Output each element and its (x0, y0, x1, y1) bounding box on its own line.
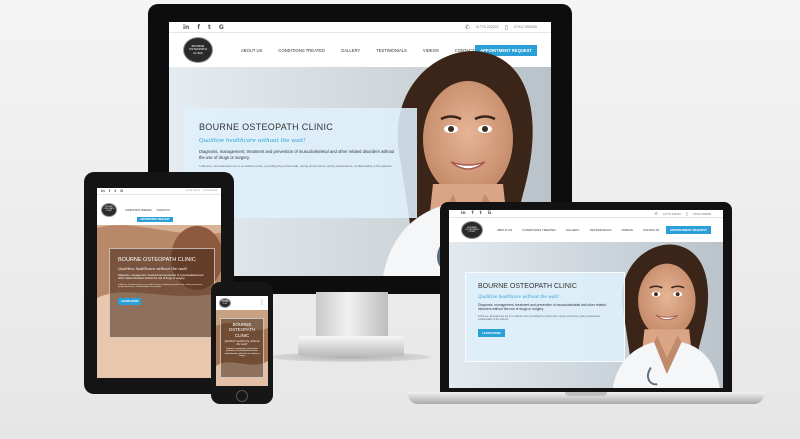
linkedin-icon[interactable]: in (101, 189, 105, 193)
appointment-request-button[interactable]: APPOINTMENT REQUEST (137, 217, 173, 222)
nav-links: ABOUT US CONDITIONS TREATED GALLERY TEST… (497, 228, 659, 232)
phone-number-2[interactable]: 07912 555255 (693, 212, 711, 216)
mobile-icon: ▯ (685, 211, 689, 216)
phone-number-2[interactable]: 07912 555255 (203, 190, 217, 192)
facebook-icon[interactable]: f (109, 189, 111, 193)
phone-number-2[interactable]: 07912 555255 (514, 25, 537, 29)
learn-more-button[interactable]: LEARN MORE (118, 297, 142, 305)
hero-tagline: Qualitive healthcare without the wait! (199, 138, 306, 144)
clinic-logo[interactable]: BOURNE OSTEOPATH CLINIC (461, 221, 483, 239)
logo-text: CLINIC (106, 209, 112, 212)
top-bar: in f t G 01776 222222 07912 555255 (97, 188, 221, 195)
hero-small-text: In Bourne, all treatments are in a medic… (118, 283, 203, 289)
menu-icon[interactable]: ⋮ (259, 300, 265, 306)
phone-number-1[interactable]: 01776 222222 (186, 190, 200, 192)
social-links: in f t G (183, 24, 224, 31)
main-nav: BOURNE OSTEOPATH CLINIC CONDITIONS TREAT… (97, 195, 221, 225)
learn-more-button[interactable]: LEARN MORE (478, 329, 505, 338)
social-links: in f t G (101, 189, 123, 193)
linkedin-icon[interactable]: in (183, 24, 189, 31)
hero-small-text: In Bourne, all treatments are in a medic… (199, 164, 393, 169)
hero-title: BOURNE OSTEOPATH CLINIC (118, 257, 196, 263)
hero-title: BOURNE OSTEOPATH CLINIC (199, 122, 334, 132)
nav-about-us[interactable]: ABOUT US (241, 48, 262, 53)
twitter-icon[interactable]: t (114, 189, 116, 193)
google-icon[interactable]: G (120, 189, 123, 193)
hero-panel: BOURNE OSTEOPATH CLINIC Qualitive health… (220, 318, 264, 378)
hero-panel: BOURNE OSTEOPATH CLINIC Qualitive health… (109, 248, 215, 338)
monitor-stand-neck (316, 292, 388, 338)
phone-screen: BOURNE OSTEOPATH CLINIC ⋮ BOURNE OSTEOPA… (216, 296, 268, 386)
hero-tagline: Qualitive healthcare without the wait! (224, 339, 260, 346)
google-icon[interactable]: G (488, 211, 492, 216)
laptop-notch (565, 392, 607, 396)
clinic-logo[interactable]: BOURNE OSTEOPATH CLINIC (219, 298, 231, 308)
hero-title: BOURNE OSTEOPATH CLINIC (478, 283, 577, 290)
phone-numbers: 01776 222222 07912 555255 (186, 190, 217, 192)
hero-description: Diagnosis, management, treatment and pre… (118, 274, 204, 281)
nav-gallery[interactable]: GALLERY (566, 228, 580, 232)
logo-text: CLINIC (222, 303, 228, 305)
clinic-logo[interactable]: BOURNE OSTEOPATH CLINIC (183, 37, 213, 63)
laptop-device: in f t G ✆ 01776 222222 ▯ 07912 555255 B… (440, 202, 732, 394)
clinic-logo[interactable]: BOURNE OSTEOPATH CLINIC (101, 203, 117, 217)
phone-home-button (236, 390, 248, 402)
monitor-stand-base (298, 336, 404, 356)
nav-gallery[interactable]: GALLERY (341, 48, 360, 53)
nav-links: CONDITIONS TREATED CONTACTS (125, 209, 170, 212)
linkedin-icon[interactable]: in (461, 211, 466, 216)
main-nav: BOURNE OSTEOPATH CLINIC ABOUT US CONDITI… (449, 218, 723, 242)
top-bar: in f t G ✆ 01776 222222 ▯ 07912 555255 (449, 210, 723, 218)
twitter-icon[interactable]: t (480, 211, 482, 216)
nav-conditions-treated[interactable]: CONDITIONS TREATED (125, 209, 152, 212)
hero-panel: BOURNE OSTEOPATH CLINIC Qualitive health… (465, 272, 625, 362)
logo-text: CLINIC (193, 50, 203, 55)
nav-contacts[interactable]: CONTACTS (643, 228, 659, 232)
hero-tagline: Qualitive healthcare without the wait! (478, 294, 560, 299)
google-icon[interactable]: G (219, 24, 224, 31)
nav-videos[interactable]: VIDEOS (622, 228, 633, 232)
top-bar: in f t G ✆ 01776 222222 ▯ 07912 555255 (169, 22, 551, 33)
logo-text: CLINIC (468, 231, 476, 234)
hero-small-text: In Bourne, all treatments are in a medic… (478, 314, 601, 322)
tablet-screen: in f t G 01776 222222 07912 555255 BOURN… (97, 188, 221, 378)
facebook-icon[interactable]: f (197, 24, 200, 31)
nav-conditions-treated[interactable]: CONDITIONS TREATED (278, 48, 325, 53)
main-nav: BOURNE OSTEOPATH CLINIC ⋮ (216, 296, 268, 310)
mobile-icon: ▯ (504, 24, 509, 31)
phone-icon: ✆ (464, 24, 470, 31)
phone-icon: ✆ (654, 211, 659, 216)
responsive-devices-mockup: in f t G ✆ 01776 222222 ▯ 07912 555255 B… (0, 0, 800, 439)
phone-number-1[interactable]: 01776 222222 (476, 25, 499, 29)
hero-description: Diagnosis, management, treatment and pre… (224, 347, 260, 357)
phone-device: BOURNE OSTEOPATH CLINIC ⋮ BOURNE OSTEOPA… (211, 282, 273, 404)
nav-conditions-treated[interactable]: CONDITIONS TREATED (522, 228, 555, 232)
appointment-request-button[interactable]: APPOINTMENT REQUEST (665, 226, 711, 234)
nav-testimonials[interactable]: TESTIMONIALS (589, 228, 611, 232)
phone-number-1[interactable]: 01776 222222 (663, 212, 681, 216)
hero-title: BOURNE OSTEOPATH CLINIC (228, 322, 256, 338)
phone-numbers: ✆ 01776 222222 ▯ 07912 555255 (655, 211, 711, 216)
hero-description: Diagnosis, management, treatment and pre… (478, 303, 606, 312)
phone-numbers: ✆ 01776 222222 ▯ 07912 555255 (465, 24, 537, 31)
social-links: in f t G (461, 211, 491, 216)
nav-contacts[interactable]: CONTACTS (157, 209, 170, 212)
laptop-screen: in f t G ✆ 01776 222222 ▯ 07912 555255 B… (449, 210, 723, 388)
hero-tagline: Qualitive healthcare without the wait! (118, 267, 188, 271)
twitter-icon[interactable]: t (208, 24, 211, 31)
hero-description: Diagnosis, management, treatment and pre… (199, 149, 395, 160)
facebook-icon[interactable]: f (472, 211, 474, 216)
nav-about-us[interactable]: ABOUT US (497, 228, 512, 232)
